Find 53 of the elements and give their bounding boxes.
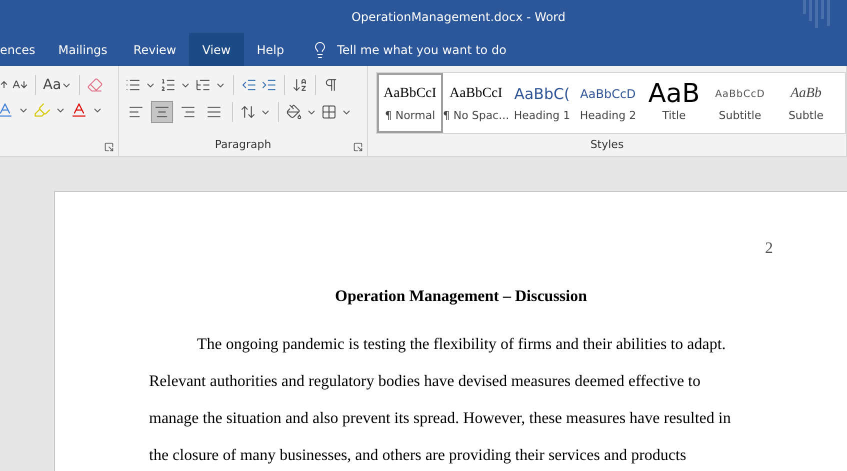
style-option[interactable]: AaB Title xyxy=(641,73,707,133)
style-preview: AaBbCcI xyxy=(450,85,502,103)
style-name: ¶ No Spac... xyxy=(442,109,510,122)
style-name: Heading 2 xyxy=(580,109,636,122)
style-option[interactable]: AaBbC( Heading 1 xyxy=(509,73,575,133)
ribbon-tab[interactable]: ences xyxy=(0,33,46,66)
group-label: Paragraph xyxy=(214,138,272,153)
align-button[interactable] xyxy=(151,101,173,123)
style-preview: AaBbC( xyxy=(514,84,570,105)
decrease-indent-icon[interactable] xyxy=(241,77,257,93)
shading-icon[interactable] xyxy=(286,104,302,120)
style-preview: AaBbCcD xyxy=(580,86,636,103)
align-left-icon xyxy=(128,104,144,120)
pilcrow-icon[interactable] xyxy=(323,77,339,93)
align-right-icon xyxy=(180,104,196,120)
style-option[interactable]: AaBb Subtle xyxy=(773,73,839,133)
numbering-icon[interactable] xyxy=(160,77,176,93)
text-effects-icon[interactable] xyxy=(0,101,14,119)
page-number: 2 xyxy=(765,240,773,257)
style-preview: AaBbCcI xyxy=(384,85,436,103)
ribbon-tab[interactable]: Review xyxy=(120,33,190,66)
style-option[interactable]: AaBbCcD Subtitle xyxy=(707,73,773,133)
dialog-launcher-icon[interactable] xyxy=(353,142,363,152)
body-paragraph: The ongoing pandemic is testing the flexibility of firms and their abilities to adapt. Relevant authorities and regulatory bodies have devised measures deemed effective to manage the situation and also prevent its spread. However, these measures have resulted in the closure of many businesses, and others are providing their services and products xyxy=(149,335,732,466)
style-name: ¶ Normal xyxy=(384,109,436,122)
ribbon-tab[interactable]: Mailings xyxy=(45,33,120,66)
style-option[interactable]: AaBbCcD Heading 2 xyxy=(575,73,641,133)
window-title: OperationManagement.docx - Word xyxy=(350,10,566,24)
align-justify-icon xyxy=(206,104,222,120)
font-color-icon[interactable] xyxy=(70,101,88,119)
style-name: Heading 1 xyxy=(514,109,570,122)
style-name: Title xyxy=(662,109,686,122)
style-name: Subtitle xyxy=(718,109,762,122)
sort-icon[interactable] xyxy=(292,77,308,93)
dialog-launcher-icon[interactable] xyxy=(104,142,114,152)
style-option[interactable]: AaBbCcI ¶ Normal xyxy=(377,73,443,133)
style-preview: AaBbCcD xyxy=(715,88,765,102)
group-label: Styles xyxy=(589,138,625,153)
line-spacing-icon[interactable] xyxy=(240,104,256,120)
document-heading: Operation Management – Discussion xyxy=(335,288,587,305)
style-option[interactable]: AaBbCcI ¶ No Spac... xyxy=(443,73,509,133)
style-name: Subtle xyxy=(788,109,824,122)
increase-indent-icon[interactable] xyxy=(261,77,277,93)
style-preview: AaBb xyxy=(790,85,822,103)
style-preview: AaB xyxy=(648,79,700,109)
ribbon-tab[interactable]: Help xyxy=(244,33,298,66)
change-case-button[interactable]: Aa xyxy=(43,77,72,93)
align-center-icon xyxy=(154,104,170,120)
eraser-icon[interactable] xyxy=(87,77,104,93)
borders-icon[interactable] xyxy=(321,104,337,120)
tell-me-field[interactable]: Tell me what you want to do xyxy=(337,42,506,56)
ribbon-tab[interactable]: View xyxy=(189,33,244,66)
multilevel-list-icon[interactable] xyxy=(195,77,211,93)
